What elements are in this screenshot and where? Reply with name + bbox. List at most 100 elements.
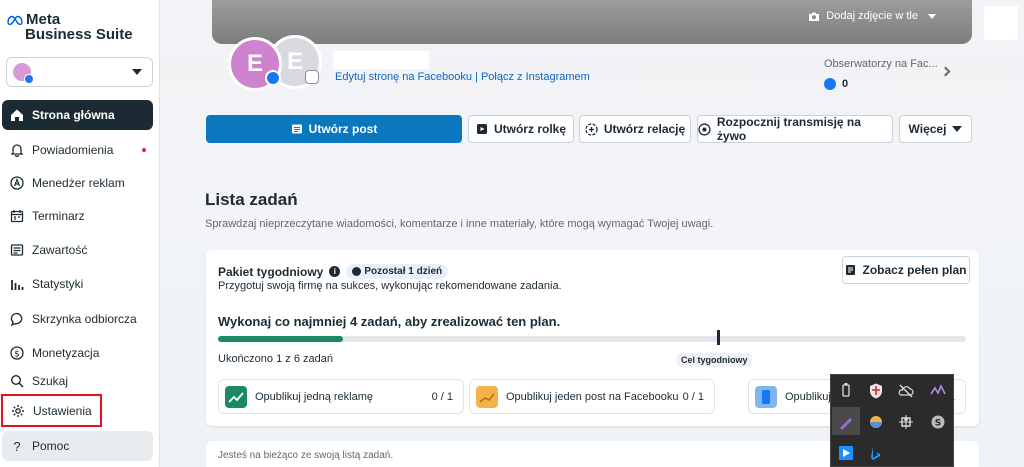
- create-post-label: Utwórz post: [308, 122, 378, 136]
- add-cover-photo-label: Dodaj zdjęcie w tle: [826, 10, 918, 22]
- avatar-letter: E: [246, 50, 263, 77]
- search-icon: [10, 374, 24, 388]
- system-tray-popup: S: [830, 374, 954, 467]
- cloud-off-icon[interactable]: [897, 382, 915, 400]
- meta-business-suite-logo[interactable]: Meta Business Suite: [7, 12, 147, 44]
- weekly-plan-header: Pakiet tygodniowy i Pozostał 1 dzień: [218, 264, 449, 279]
- sidebar-item-label: Powiadomienia: [32, 143, 114, 157]
- bar-chart-icon: [11, 280, 24, 290]
- task-label: Opublikuj jeden post na Facebooku: [506, 390, 679, 403]
- task-item[interactable]: Opublikuj jeden post na Facebooku 0 / 1: [469, 379, 715, 414]
- create-reel-button[interactable]: Utwórz rolkę: [468, 115, 574, 143]
- media-player-icon[interactable]: [837, 444, 855, 462]
- sidebar-item-content[interactable]: Zawartość: [2, 235, 153, 265]
- account-avatar: [13, 63, 34, 84]
- sidebar-item-settings[interactable]: Ustawienia: [1, 394, 102, 427]
- clock-icon: [352, 267, 362, 276]
- sidebar-item-monetization[interactable]: $ Monetyzacja: [2, 338, 153, 368]
- weekly-goal-label: Cel tygodniowy: [677, 353, 752, 367]
- facebook-icon: [265, 70, 281, 86]
- sidebar-item-home[interactable]: Strona główna: [2, 100, 153, 130]
- puzzle-icon[interactable]: [897, 413, 915, 431]
- profile-links: Edytuj stronę na Facebooku | Połącz z In…: [335, 71, 590, 83]
- help-icon: ?: [13, 438, 21, 454]
- more-button[interactable]: Więcej: [899, 115, 972, 143]
- tasks-heading: Lista zadań: [205, 190, 298, 209]
- notification-dot: [142, 148, 146, 152]
- facebook-icon: [824, 78, 836, 90]
- chevron-right-icon[interactable]: [940, 66, 951, 77]
- sidebar-item-notifications[interactable]: Powiadomienia: [2, 135, 153, 165]
- account-switcher[interactable]: [6, 57, 153, 87]
- sidebar-item-label: Strona główna: [32, 108, 115, 122]
- logo-line1: Meta: [26, 11, 61, 28]
- completed-count: Ukończono 1 z 6 zadań: [218, 353, 333, 365]
- content-icon: [10, 244, 24, 256]
- go-live-button[interactable]: Rozpocznij transmisję na żywo: [697, 115, 893, 143]
- page-name-redacted: [333, 51, 429, 69]
- reel-icon: [476, 124, 487, 134]
- sidebar-item-calendar[interactable]: Terminarz: [2, 201, 153, 231]
- sidebar-item-label: Skrzynka odbiorcza: [32, 312, 137, 326]
- sidebar-item-inbox[interactable]: Skrzynka odbiorcza: [2, 304, 153, 334]
- sidebar-item-label: Pomoc: [32, 439, 70, 453]
- create-post-button[interactable]: Utwórz post: [206, 115, 462, 143]
- add-cover-photo-button[interactable]: Dodaj zdjęcie w tle: [808, 10, 936, 22]
- link-separator: |: [475, 71, 478, 83]
- sidebar-item-ads-manager[interactable]: Menedżer reklam: [2, 168, 153, 198]
- followers-summary[interactable]: Obserwatorzy na Fac... 0: [824, 58, 938, 90]
- task-count: 0 / 1: [431, 391, 453, 403]
- sidebar-item-label: Monetyzacja: [32, 346, 100, 360]
- home-icon: [11, 109, 23, 121]
- weekly-plan-description: Przygotuj swoją firmę na sukces, wykonuj…: [218, 280, 562, 292]
- more-label: Więcej: [908, 122, 947, 136]
- live-icon: [698, 122, 711, 136]
- meta-infinity-icon: [7, 15, 23, 25]
- color-profile-icon[interactable]: [867, 413, 885, 431]
- dollar-icon: $: [10, 346, 24, 360]
- connect-instagram-link[interactable]: Połącz z Instagramem: [481, 71, 590, 83]
- facebook-page-avatar[interactable]: E: [228, 37, 282, 91]
- story-task-icon: [755, 385, 777, 408]
- story-icon: [585, 122, 598, 136]
- task-item[interactable]: Opublikuj jedną reklamę 0 / 1: [218, 379, 464, 414]
- pen-tablet-icon[interactable]: [929, 382, 947, 400]
- info-icon[interactable]: i: [329, 266, 341, 277]
- bell-icon: [10, 144, 24, 157]
- create-reel-label: Utwórz rolkę: [493, 122, 566, 136]
- followers-label: Obserwatorzy na Fac...: [824, 58, 938, 70]
- caret-down-icon: [928, 13, 936, 19]
- weekly-plan-title: Pakiet tygodniowy: [218, 264, 324, 279]
- tasks-subtitle: Sprawdzaj nieprzeczytane wiadomości, kom…: [205, 218, 714, 230]
- bing-icon[interactable]: [867, 444, 885, 462]
- facebook-badge-icon: [24, 74, 34, 84]
- create-story-button[interactable]: Utwórz relację: [579, 115, 691, 143]
- sidebar-item-insights[interactable]: Statystyki: [2, 269, 153, 299]
- sidebar-item-label: Statystyki: [32, 277, 84, 291]
- sidebar-item-label: Menedżer reklam: [32, 176, 125, 190]
- task-label: Opublikuj jedną reklamę: [255, 390, 374, 403]
- instagram-icon: [305, 70, 319, 84]
- time-remaining-text: Pozostał 1 dzień: [364, 266, 443, 277]
- security-shield-icon[interactable]: [867, 382, 885, 400]
- skype-icon[interactable]: S: [929, 413, 947, 431]
- followers-count: 0: [842, 78, 849, 90]
- usb-drive-icon[interactable]: [837, 382, 855, 400]
- stylus-icon[interactable]: [837, 413, 855, 431]
- ad-chart-icon: [225, 385, 247, 408]
- time-remaining-badge: Pozostał 1 dzień: [346, 264, 449, 279]
- sidebar-item-search[interactable]: Szukaj: [2, 366, 153, 396]
- task-count: 0 / 1: [682, 391, 704, 403]
- svg-text:S: S: [935, 419, 941, 429]
- edit-facebook-page-link[interactable]: Edytuj stronę na Facebooku: [335, 71, 472, 83]
- sidebar-item-help[interactable]: ? Pomoc: [2, 431, 153, 461]
- sidebar-item-label: Szukaj: [32, 374, 69, 388]
- post-icon: [291, 124, 302, 134]
- goal-text: Wykonaj co najmniej 4 zadań, aby zrealiz…: [218, 314, 561, 329]
- progress-fill: [218, 336, 343, 342]
- view-full-plan-label: Zobacz pełen plan: [862, 263, 967, 277]
- document-icon: [846, 265, 856, 275]
- camera-icon: [809, 12, 820, 21]
- view-full-plan-button[interactable]: Zobacz pełen plan: [842, 256, 970, 284]
- create-story-label: Utwórz relację: [603, 122, 686, 136]
